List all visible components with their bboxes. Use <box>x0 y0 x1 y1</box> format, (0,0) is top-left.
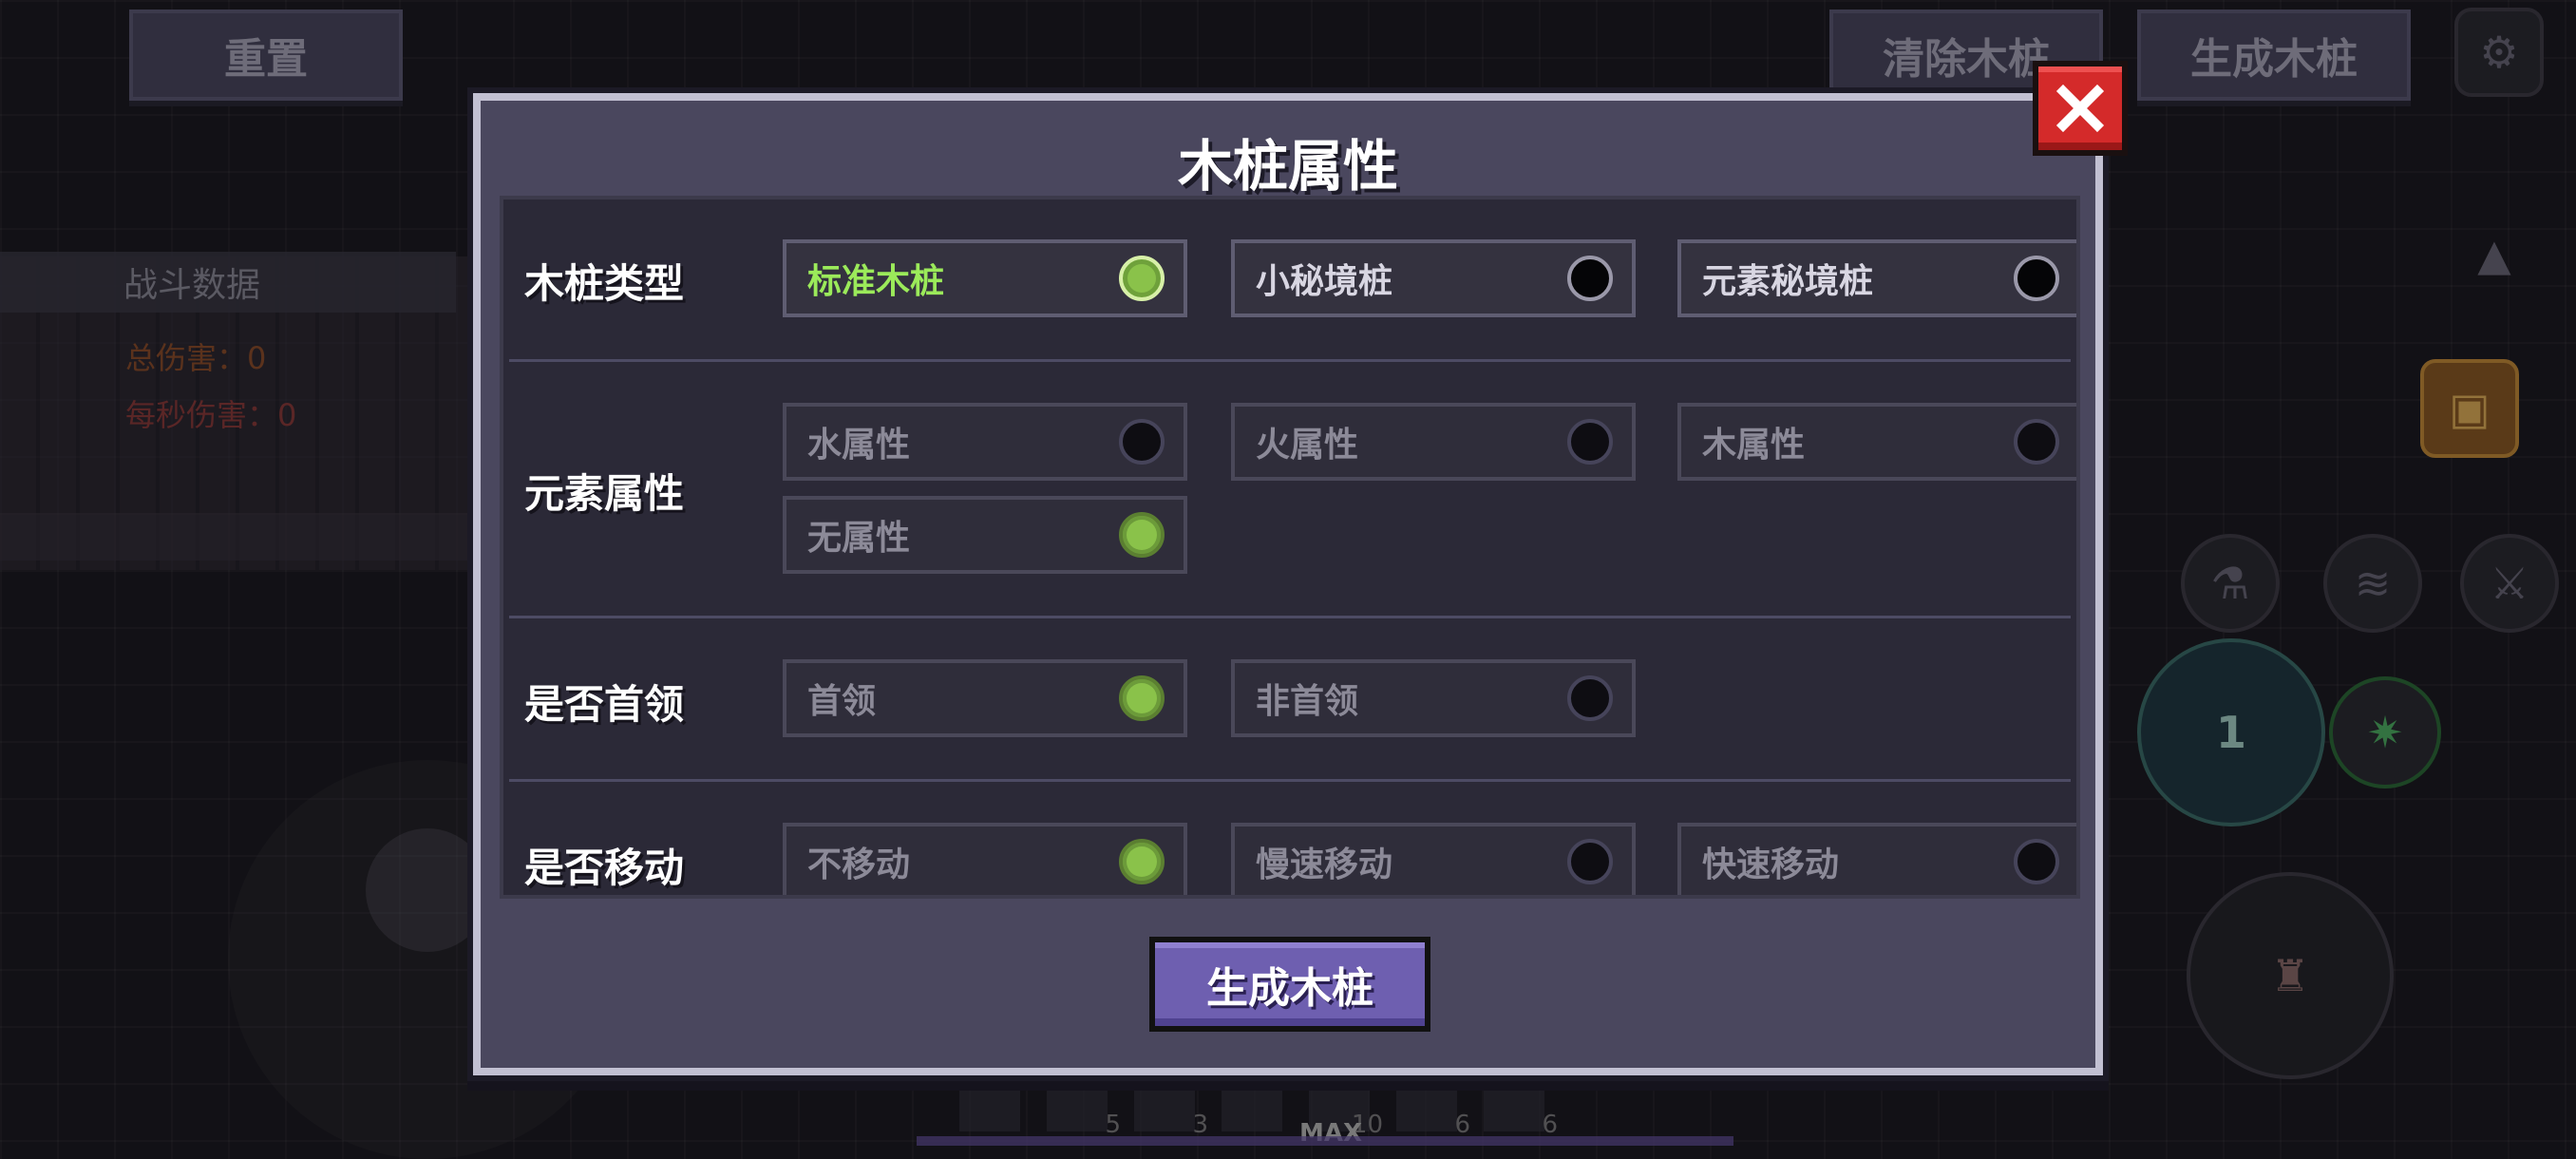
option-label: 首领 <box>807 682 877 721</box>
radio-unselected-icon <box>1567 839 1613 884</box>
option-label: 木属性 <box>1702 426 1806 465</box>
option-no-move[interactable]: 不移动 <box>783 823 1187 895</box>
option-boss[interactable]: 首领 <box>783 659 1187 737</box>
option-wood[interactable]: 木属性 <box>1677 403 2076 481</box>
option-label: 元素秘境桩 <box>1702 262 1874 301</box>
option-label: 标准木桩 <box>807 262 945 301</box>
option-element-realm-dummy[interactable]: 元素秘境桩 <box>1677 239 2076 317</box>
row-divider <box>509 779 2071 782</box>
dialog-title: 木桩属性 <box>1177 134 1398 199</box>
close-button[interactable] <box>2033 61 2128 156</box>
option-small-realm-dummy[interactable]: 小秘境桩 <box>1231 239 1636 317</box>
close-icon <box>2055 84 2105 133</box>
row-divider <box>509 616 2071 618</box>
option-label: 不移动 <box>807 846 911 884</box>
option-fast-move[interactable]: 快速移动 <box>1677 823 2076 895</box>
options-panel: 木桩类型 标准木桩 小秘境桩 元素秘境桩 元素属性 水属性 火属性 木属性 无属… <box>500 196 2080 899</box>
option-label: 慢速移动 <box>1256 846 1393 884</box>
radio-selected-icon <box>1119 839 1165 884</box>
radio-unselected-icon <box>1567 675 1613 721</box>
radio-unselected-icon <box>2014 256 2059 301</box>
option-label: 火属性 <box>1256 426 1359 465</box>
radio-unselected-icon <box>2014 419 2059 465</box>
option-label: 小秘境桩 <box>1256 262 1393 301</box>
row-label-dummy-type: 木桩类型 <box>524 260 685 307</box>
option-label: 非首领 <box>1256 682 1359 721</box>
row-label-boss: 是否首领 <box>524 681 685 728</box>
option-standard-dummy[interactable]: 标准木桩 <box>783 239 1187 317</box>
row-divider <box>509 359 2071 362</box>
radio-unselected-icon <box>1119 419 1165 465</box>
option-no-element[interactable]: 无属性 <box>783 496 1187 574</box>
radio-unselected-icon <box>1567 256 1613 301</box>
row-label-element: 元素属性 <box>524 470 685 517</box>
option-fire[interactable]: 火属性 <box>1231 403 1636 481</box>
generate-dummy-button[interactable]: 生成木桩 <box>1149 937 1430 1032</box>
option-label: 快速移动 <box>1702 846 1840 884</box>
option-non-boss[interactable]: 非首领 <box>1231 659 1636 737</box>
radio-selected-icon <box>1119 675 1165 721</box>
option-label: 水属性 <box>807 426 911 465</box>
option-slow-move[interactable]: 慢速移动 <box>1231 823 1636 895</box>
radio-selected-icon <box>1119 256 1165 301</box>
radio-unselected-icon <box>1567 419 1613 465</box>
radio-unselected-icon <box>2014 839 2059 884</box>
option-water[interactable]: 水属性 <box>783 403 1187 481</box>
radio-selected-icon <box>1119 512 1165 558</box>
row-label-movement: 是否移动 <box>524 845 685 891</box>
option-label: 无属性 <box>807 519 911 558</box>
